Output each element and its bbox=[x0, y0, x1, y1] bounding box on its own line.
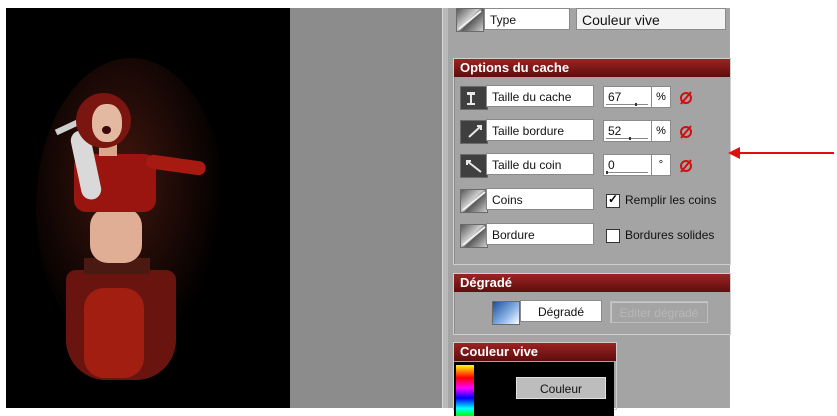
corner-size-unit: ° bbox=[651, 155, 670, 175]
border-size-label: Taille bordure bbox=[486, 119, 594, 141]
border-size-input[interactable]: 52 % bbox=[603, 120, 671, 142]
corner-size-slider[interactable] bbox=[606, 172, 648, 173]
type-label: Type bbox=[484, 8, 570, 30]
mask-size-slider[interactable] bbox=[606, 104, 648, 105]
mask-options-title: Options du cache bbox=[454, 59, 730, 77]
mask-size-icon bbox=[460, 86, 488, 110]
solid-borders-label: Bordures solides bbox=[625, 228, 715, 242]
mask-size-label: Taille du cache bbox=[486, 85, 594, 107]
corner-size-icon bbox=[460, 154, 488, 178]
reset-null-icon[interactable] bbox=[678, 90, 694, 106]
photo-preview bbox=[6, 8, 290, 408]
border-size-slider[interactable] bbox=[606, 138, 648, 139]
fill-corners-checkbox[interactable]: ✓ bbox=[606, 192, 620, 208]
gradient-swatch-icon[interactable] bbox=[492, 301, 520, 325]
workspace-area bbox=[290, 8, 442, 408]
border-swatch-icon[interactable] bbox=[460, 224, 488, 248]
corner-size-label: Taille du coin bbox=[486, 153, 594, 175]
color-button[interactable]: Couleur bbox=[516, 377, 606, 399]
gradient-title: Dégradé bbox=[454, 274, 730, 292]
corner-size-input[interactable]: 0 ° bbox=[603, 154, 671, 176]
properties-panel: Type Couleur vive Options du cache Taill… bbox=[448, 8, 731, 416]
border-size-icon bbox=[460, 120, 488, 144]
border-size-value: 52 bbox=[608, 124, 622, 138]
mask-size-input[interactable]: 67 % bbox=[603, 86, 671, 108]
corners-label: Coins bbox=[486, 188, 594, 210]
border-label: Bordure bbox=[486, 223, 594, 245]
check-icon: ✓ bbox=[608, 192, 619, 206]
arrow-annotation-icon bbox=[728, 147, 834, 159]
solid-borders-checkbox[interactable] bbox=[606, 229, 620, 243]
type-swatch-icon[interactable] bbox=[456, 8, 484, 32]
mask-size-value: 67 bbox=[608, 90, 622, 104]
color-spectrum[interactable] bbox=[456, 365, 474, 416]
reset-null-icon[interactable] bbox=[678, 124, 694, 140]
reset-null-icon[interactable] bbox=[678, 158, 694, 174]
corner-size-value: 0 bbox=[608, 158, 615, 172]
edit-gradient-button[interactable]: Editer dégradé bbox=[610, 301, 708, 323]
fill-corners-label: Remplir les coins bbox=[625, 193, 717, 207]
gradient-label: Dégradé bbox=[520, 300, 602, 322]
border-size-unit: % bbox=[651, 121, 670, 141]
vivid-color-title: Couleur vive bbox=[454, 343, 616, 361]
mask-size-unit: % bbox=[651, 87, 670, 107]
type-select[interactable]: Couleur vive bbox=[576, 8, 726, 30]
corners-swatch-icon[interactable] bbox=[460, 189, 488, 213]
